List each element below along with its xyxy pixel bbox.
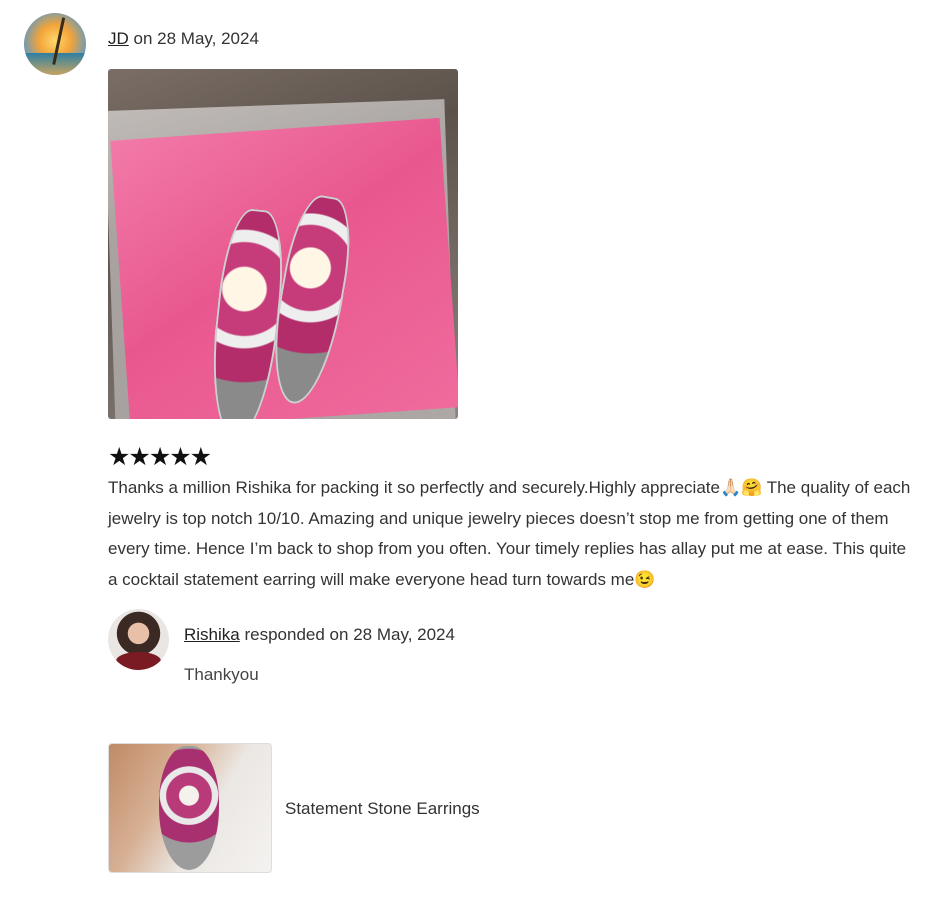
star-rating: ★★★★★ [108, 443, 212, 471]
reviewer-avatar [24, 13, 86, 75]
reply-date-prefix: responded on [244, 625, 349, 644]
review-card: JD on 28 May, 2024 ★★★★★ Thanks a millio… [0, 0, 942, 899]
reply-date: 28 May, 2024 [353, 625, 455, 644]
responder-name-link[interactable]: Rishika [184, 625, 240, 644]
reviewer-header: JD on 28 May, 2024 [108, 29, 259, 49]
responder-avatar [108, 609, 169, 670]
product-name[interactable]: Statement Stone Earrings [285, 799, 480, 819]
review-date-prefix: on [133, 29, 153, 48]
review-body: Thanks a million Rishika for packing it … [108, 478, 911, 589]
review-date: 28 May, 2024 [157, 29, 259, 48]
reply-body: Thankyou [184, 665, 259, 684]
reviewer-name-link[interactable]: JD [108, 29, 129, 48]
product-thumbnail[interactable] [108, 743, 272, 873]
review-photo[interactable] [108, 69, 458, 419]
reply-header: Rishika responded on 28 May, 2024 [184, 625, 455, 645]
